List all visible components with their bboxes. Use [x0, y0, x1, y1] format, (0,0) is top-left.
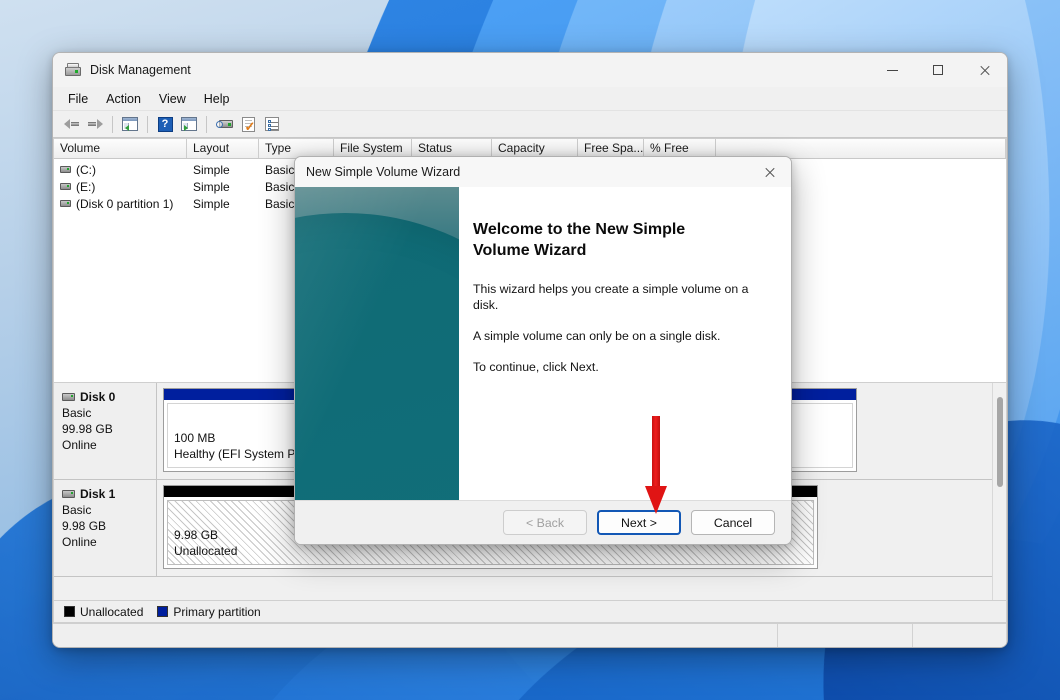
disk-info-1: Disk 1 Basic 9.98 GB Online — [54, 480, 157, 576]
legend-label-primary: Primary partition — [173, 604, 261, 619]
legend-swatch-primary — [157, 606, 169, 617]
show-hide-action-pane-icon — [181, 117, 197, 131]
toolbar-separator — [112, 115, 113, 133]
back-button[interactable]: < Back — [503, 510, 587, 535]
cell-volume: (E:) — [54, 180, 187, 194]
wizard-paragraph-3: To continue, click Next. — [473, 360, 599, 374]
back-icon — [63, 118, 79, 130]
legend-swatch-unallocated — [64, 606, 75, 617]
show-hide-console-tree-icon — [122, 117, 138, 131]
forward-button[interactable] — [84, 114, 106, 135]
close-icon — [764, 167, 775, 178]
properties-icon: ✓ — [241, 116, 255, 133]
toolbar-separator — [147, 115, 148, 133]
window-controls — [869, 53, 1007, 87]
volume-drive-icon — [60, 199, 71, 207]
wizard-footer: < Back Next > Cancel — [295, 500, 791, 544]
volume-drive-icon — [60, 182, 71, 190]
minimize-icon — [886, 69, 898, 71]
wizard-title: New Simple Volume Wizard — [306, 165, 461, 179]
disk-icon — [62, 490, 75, 498]
status-pane-2 — [778, 624, 913, 647]
scrollbar-thumb[interactable] — [997, 397, 1003, 487]
disk-drive-icon — [65, 62, 81, 78]
maximize-icon — [933, 65, 943, 75]
cell-volume: (Disk 0 partition 1) — [54, 197, 187, 211]
disk-size-1: 9.98 GB — [62, 519, 107, 533]
disk-size-0: 99.98 GB — [62, 422, 113, 436]
column-header-layout[interactable]: Layout — [187, 139, 259, 158]
toolbar-separator — [206, 115, 207, 133]
forward-icon — [87, 118, 103, 130]
window-title-bar: Disk Management — [53, 53, 1007, 87]
rescan-disks-icon — [215, 118, 233, 130]
properties-button[interactable]: ✓ — [237, 114, 259, 135]
disk-state-0: Online — [62, 438, 97, 452]
cancel-button[interactable]: Cancel — [691, 510, 775, 535]
vertical-scrollbar[interactable] — [992, 383, 1006, 600]
wizard-title-bar: New Simple Volume Wizard — [295, 157, 791, 187]
help-button[interactable]: ? — [154, 114, 176, 135]
show-hide-action-pane-button[interactable] — [178, 114, 200, 135]
window-title: Disk Management — [90, 63, 191, 77]
wizard-paragraph-2: A simple volume can only be on a single … — [473, 329, 721, 343]
list-view-icon — [265, 117, 279, 131]
status-bar — [53, 623, 1007, 647]
wizard-heading: Welcome to the New Simple Volume Wizard — [473, 221, 686, 259]
close-button[interactable] — [961, 53, 1007, 87]
toolbar: ? ✓ — [53, 111, 1007, 138]
banner-sheen — [295, 187, 459, 500]
rescan-disks-button[interactable] — [213, 114, 235, 135]
partition-legend: Unallocated Primary partition — [53, 601, 1007, 623]
disk-icon — [62, 393, 75, 401]
next-button[interactable]: Next > — [597, 510, 681, 535]
back-button[interactable] — [60, 114, 82, 135]
help-icon: ? — [157, 116, 173, 132]
column-header-volume[interactable]: Volume — [54, 139, 187, 158]
menu-item-help[interactable]: Help — [195, 89, 239, 109]
menu-bar: File Action View Help — [53, 87, 1007, 111]
menu-item-view[interactable]: View — [150, 89, 195, 109]
close-icon — [979, 65, 990, 76]
wizard-body: Welcome to the New Simple Volume Wizard … — [295, 187, 791, 500]
legend-item-primary: Primary partition — [157, 604, 261, 619]
disk-state-1: Online — [62, 535, 97, 549]
cell-layout: Simple — [193, 162, 230, 177]
show-hide-console-tree-button[interactable] — [119, 114, 141, 135]
status-pane-3 — [913, 624, 1007, 647]
new-simple-volume-wizard-dialog: New Simple Volume Wizard Welcome to the … — [294, 156, 792, 545]
disk-kind-0: Basic — [62, 406, 92, 420]
wizard-paragraph-1: This wizard helps you create a simple vo… — [473, 282, 749, 312]
disk-info-0: Disk 0 Basic 99.98 GB Online — [54, 383, 157, 479]
disk-name-1: Disk 1 — [62, 487, 156, 501]
maximize-button[interactable] — [915, 53, 961, 87]
list-view-button[interactable] — [261, 114, 283, 135]
cell-volume: (C:) — [54, 163, 187, 177]
cell-layout: Simple — [193, 196, 230, 211]
menu-item-file[interactable]: File — [59, 89, 97, 109]
volume-drive-icon — [60, 165, 71, 173]
menu-item-action[interactable]: Action — [97, 89, 150, 109]
partition-status: Unallocated — [174, 544, 238, 558]
disk-name-0: Disk 0 — [62, 390, 156, 404]
disk-kind-1: Basic — [62, 503, 92, 517]
cell-layout: Simple — [193, 179, 230, 194]
status-pane-1 — [53, 624, 778, 647]
wizard-content: Welcome to the New Simple Volume Wizard … — [459, 187, 791, 500]
wizard-close-button[interactable] — [747, 157, 791, 187]
minimize-button[interactable] — [869, 53, 915, 87]
wizard-banner-image — [295, 187, 459, 500]
legend-label-unallocated: Unallocated — [80, 604, 144, 619]
legend-item-unallocated: Unallocated — [64, 605, 143, 619]
